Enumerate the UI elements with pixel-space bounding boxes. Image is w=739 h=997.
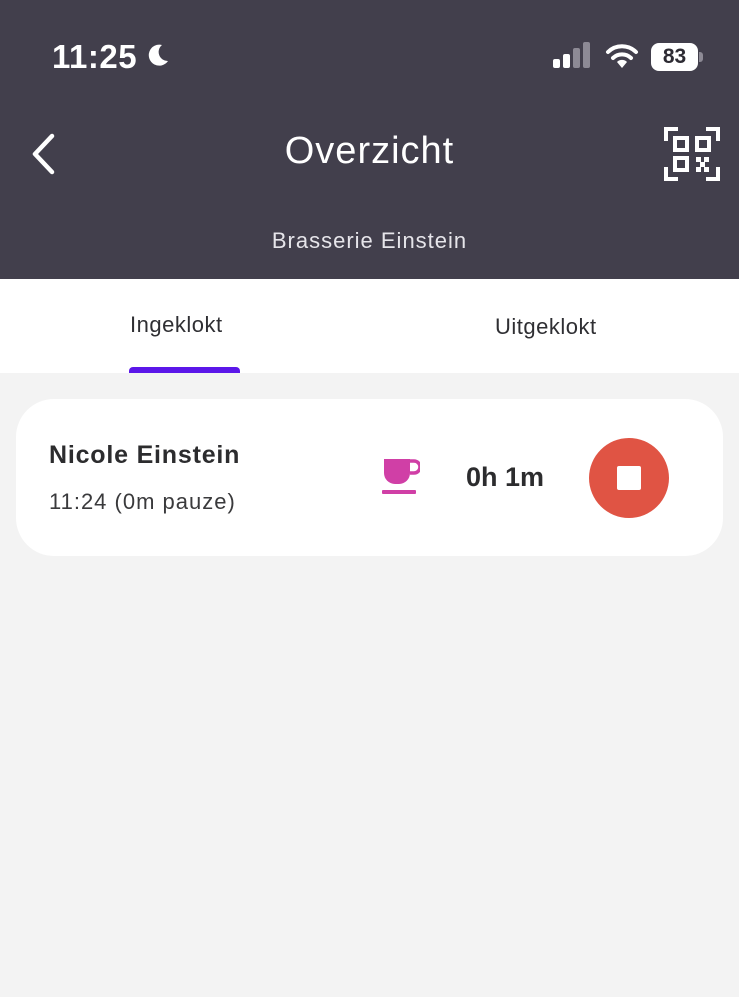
clock-text: 11:25 [52, 38, 138, 75]
clock-in-time: 11:24 (0m pauze) [49, 489, 236, 514]
tab-uitgeklokt[interactable]: Uitgeklokt [495, 279, 615, 373]
stop-clock-button[interactable] [589, 438, 669, 518]
tab-ingeklokt[interactable]: Ingeklokt [129, 279, 240, 373]
app-header: 11:25 83 Overzicht Brasserie Einstein [0, 0, 739, 279]
wifi-icon [605, 42, 639, 73]
qr-scan-button[interactable] [664, 127, 720, 181]
moon-icon [145, 38, 171, 76]
coffee-cup-icon[interactable] [382, 457, 422, 497]
cellular-signal-icon [553, 42, 593, 73]
active-tab-indicator [129, 367, 240, 373]
stop-icon [617, 466, 641, 490]
employee-name: Nicole Einstein [49, 441, 241, 469]
battery-icon: 83 [651, 42, 703, 73]
battery-cap [699, 51, 703, 62]
status-bar-indicators: 83 [553, 42, 703, 73]
tab-label: Ingeklokt [130, 312, 223, 337]
qr-code-icon [664, 127, 720, 181]
page-title: Overzicht [284, 130, 455, 172]
battery-level: 83 [651, 42, 698, 71]
worked-duration: 0h 1m [466, 462, 545, 492]
tab-bar: Ingeklokt Uitgeklokt [0, 279, 739, 373]
status-bar-time: 11:25 [52, 38, 171, 76]
location-subtitle: Brasserie Einstein [271, 228, 468, 253]
tab-label: Uitgeklokt [495, 314, 597, 339]
employee-card[interactable]: Nicole Einstein 11:24 (0m pauze) 0h 1m [16, 399, 723, 556]
